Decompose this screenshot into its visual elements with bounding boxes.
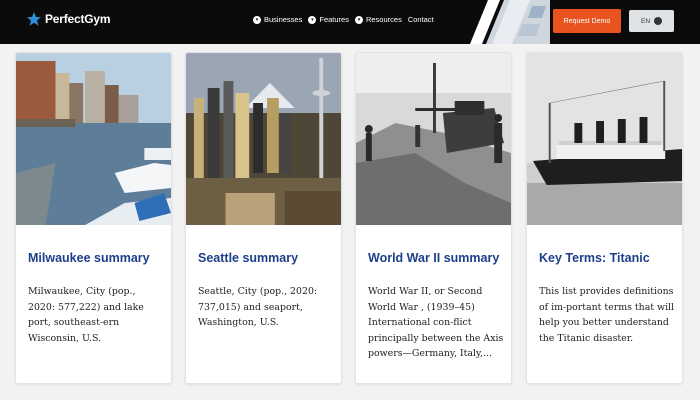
- card-title[interactable]: Milwaukee summary: [28, 251, 150, 265]
- nav-label: Resources: [365, 15, 402, 24]
- tank-war-photo-icon: [356, 53, 511, 225]
- chevron-down-icon: ▾: [253, 15, 261, 24]
- card-title[interactable]: Seattle summary: [198, 251, 298, 265]
- city-skyline-photo-icon: [186, 53, 341, 225]
- language-label: EN: [640, 17, 651, 25]
- card-description: This list provides definitions of im-por…: [539, 286, 675, 344]
- chevron-down-icon: ▾: [308, 15, 317, 24]
- chevron-down-icon: ▾: [354, 15, 363, 24]
- nav-contact[interactable]: Contact: [408, 15, 434, 24]
- main-nav: ▾ Businesses ▾ Features ▾ Resources Cont…: [253, 15, 434, 24]
- card-description: Milwaukee, City (pop., 2020: 577,222) an…: [28, 286, 144, 344]
- language-selector[interactable]: EN: [629, 10, 674, 32]
- request-demo-button[interactable]: Request Demo: [553, 9, 621, 33]
- logo-text: PerfectGym: [45, 12, 111, 26]
- article-card-milwaukee[interactable]: Milwaukee summary Milwaukee, City (pop.,…: [15, 52, 172, 384]
- card-description: World War II, or Second World War , (193…: [368, 286, 504, 359]
- nav-label: Businesses: [264, 15, 303, 24]
- nav-resources[interactable]: ▾ Resources: [354, 15, 402, 24]
- top-navbar: PerfectGym ▾ Businesses ▾ Features ▾ Res…: [0, 0, 700, 44]
- article-card-world-war-ii[interactable]: World War II summary World War II, or Se…: [355, 52, 512, 384]
- card-description: Seattle, City (pop., 2020: 737,015) and …: [198, 286, 318, 328]
- nav-label: Contact: [407, 15, 434, 24]
- card-title[interactable]: Key Terms: Titanic: [539, 251, 650, 265]
- star-logo-icon: [27, 12, 41, 26]
- globe-icon: [654, 17, 663, 25]
- ship-photo-icon: [527, 53, 682, 225]
- city-harbor-photo-icon: [16, 53, 171, 225]
- article-card-seattle[interactable]: Seattle summary Seattle, City (pop., 202…: [185, 52, 342, 384]
- article-card-titanic[interactable]: Key Terms: Titanic This list provides de…: [526, 52, 683, 384]
- nav-features[interactable]: ▾ Features: [308, 15, 349, 24]
- nav-label: Features: [319, 15, 349, 24]
- nav-businesses[interactable]: ▾ Businesses: [253, 15, 302, 24]
- logo[interactable]: PerfectGym: [26, 11, 111, 27]
- card-title[interactable]: World War II summary: [368, 251, 499, 265]
- decorative-stripes: [470, 0, 550, 44]
